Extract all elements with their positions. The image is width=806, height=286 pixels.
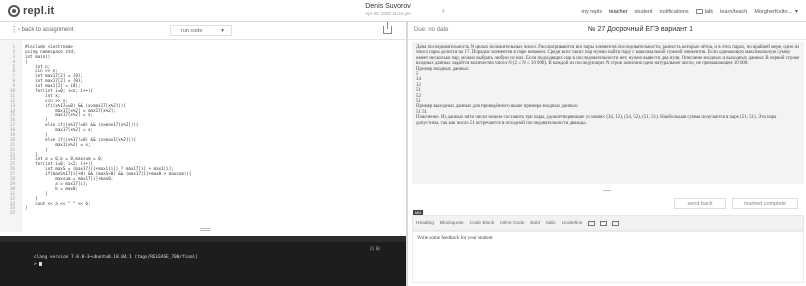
feedback-placeholder: Write some feedback for your student [417,236,493,241]
underline-button[interactable]: Underline [562,221,583,226]
replit-logo-icon [8,5,20,17]
dropdown-arrow-icon: ▼ [220,28,225,34]
code-text: } [25,205,28,211]
resize-handle-line [200,230,210,231]
assignment-description: Дана последовательность N целых положите… [412,42,804,184]
top-bar: repl.it Denis Suvorov Apr 02, 2020 11:44… [0,0,806,22]
code-lines[interactable]: 1 #include <iostream> 2 using namespace std… [0,44,191,216]
editor-toolbar: ⋮ ‹ back to assignment run code ▼ [0,22,406,40]
resize-handle[interactable] [200,228,210,229]
run-code-label: run code [181,28,203,34]
task-statement: Дана последовательность N целых положите… [416,45,800,67]
share-icon[interactable] [383,22,392,34]
nav-my-repls[interactable]: my repls [581,9,602,15]
logo-text: repl.it [23,5,55,17]
back-to-assignment-link[interactable]: ‹ back to assignment [18,27,73,33]
ordered-list-icon[interactable] [600,221,608,226]
image-icon[interactable] [612,221,620,226]
panel-resize-handle[interactable] [603,190,611,191]
bold-button[interactable]: Bold [530,221,540,226]
due-date: Due: no date [414,27,449,33]
console-panel[interactable]: ⊡ ⊞ clang version 7.0.0-3~ubuntu0.18.04.… [0,236,406,286]
console-output: clang version 7.0.0-3~ubuntu0.18.04.1 (t… [34,254,198,268]
replit-logo[interactable]: repl.it [8,4,54,18]
nav-learn-teach[interactable]: learn/teach [720,9,747,15]
nav-user-menu[interactable]: MorgherKelto... [754,9,792,15]
assignment-actions: send back marked complete [408,197,806,211]
run-code-select[interactable]: run code ▼ [170,25,232,36]
assignment-panel: Due: no date № 27 Досрочный ЕГЭ вариант … [406,22,806,286]
inline-code-button[interactable]: Inline Code [500,221,524,226]
code-line[interactable]: 35 [0,210,15,216]
italic-button[interactable]: Italic [546,221,556,226]
heading-button[interactable]: Heading [416,221,434,226]
code-text: int main() [25,53,51,59]
talk-icon [695,8,703,14]
markdown-toolbar: MD Heading Blockquote Code Block Inline … [412,210,804,231]
console-clear-icon[interactable]: ⊡ ⊞ [370,246,380,252]
markdown-tools: Heading Blockquote Code Block Inline Cod… [416,221,624,226]
nav-notifications[interactable]: notifications [660,9,689,15]
caret-down-icon[interactable]: ▾ [795,8,798,15]
nav-talk-label: talk [704,8,714,15]
code-block-button[interactable]: Code Block [470,221,495,226]
nav-talk[interactable]: talk [695,8,714,15]
send-back-button[interactable]: send back [674,198,726,209]
chevron-right-icon[interactable]: › [442,6,445,15]
assignment-title: № 27 Досрочный ЕГЭ вариант 1 [588,26,694,33]
assignment-header: Due: no date № 27 Досрочный ЕГЭ вариант … [408,22,806,40]
code-editor[interactable]: 1 #include <iostream> 2 using namespace std… [0,40,406,232]
feedback-editor[interactable]: Write some feedback for your student [412,231,804,283]
back-label: back to assignment [21,27,74,33]
blockquote-button[interactable]: Blockquote [440,221,464,226]
console-version-line: clang version 7.0.0-3~ubuntu0.18.04.1 (t… [34,255,198,260]
console-cursor [39,261,43,266]
main-nav: my repls teacher student notifications t… [574,8,798,16]
nav-student[interactable]: student [635,9,653,15]
student-name: Denis Suvorov [365,3,411,10]
code-text: cout << a << " " << b; [25,200,91,206]
unordered-list-icon[interactable] [588,221,596,226]
line-number: 35 [9,210,15,216]
nav-teacher[interactable]: teacher [609,9,627,15]
student-info[interactable]: Denis Suvorov Apr 02, 2020 11:44 pm [343,3,433,17]
explanation: Пояснение. Из данных пяти чисел можно со… [416,115,777,126]
submission-date: Apr 02, 2020 11:44 pm [365,11,411,16]
mark-complete-button[interactable]: marked complete [732,198,798,209]
markdown-badge: MD [413,210,424,215]
kebab-menu-icon[interactable]: ⋮ [10,26,18,34]
